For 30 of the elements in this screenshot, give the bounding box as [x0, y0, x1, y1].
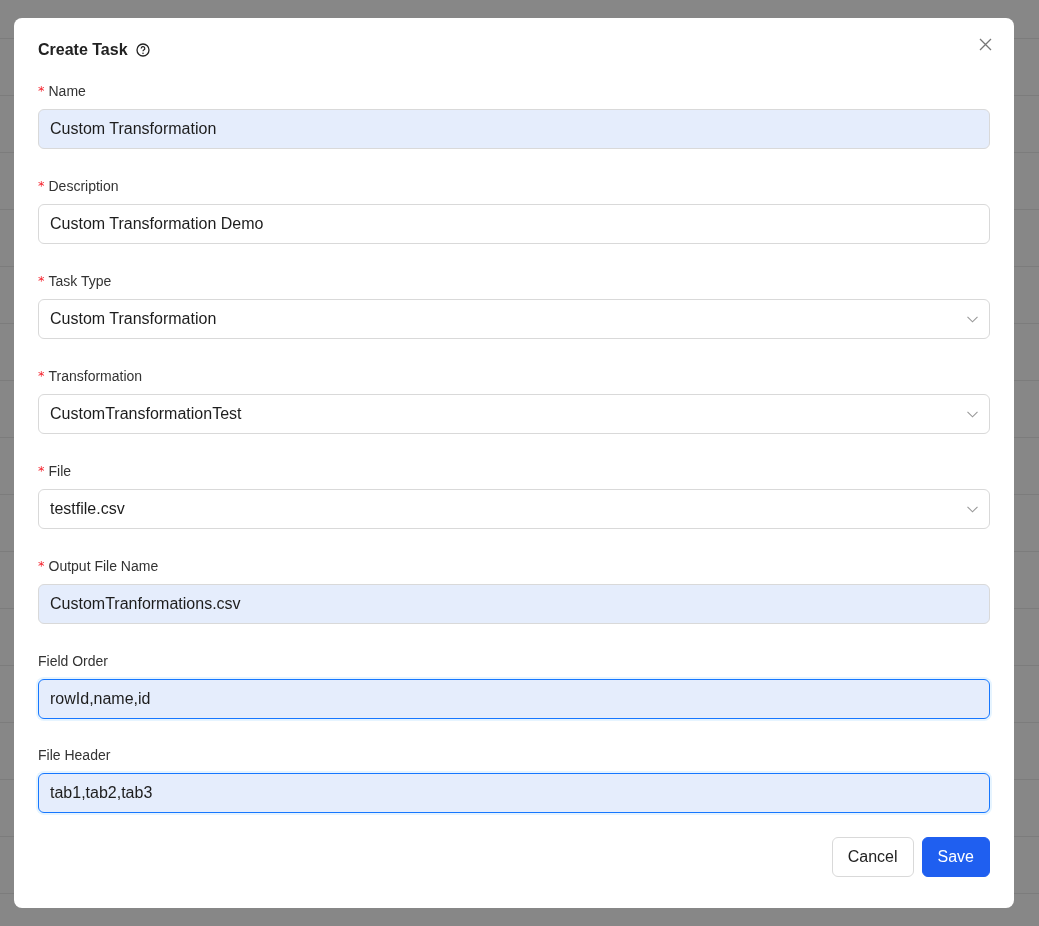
field-label: File — [48, 462, 72, 479]
input-field[interactable]: CustomTranformations.csv — [38, 584, 990, 624]
help-icon[interactable] — [135, 43, 150, 57]
cancel-button[interactable]: Cancel — [831, 837, 914, 877]
field-label: Task Type — [48, 272, 112, 289]
field-label: Transformation — [48, 367, 143, 384]
chevron-down-icon — [967, 410, 978, 418]
input-field[interactable]: tab1,tab2,tab3 — [38, 773, 990, 813]
required-asterisk: * — [38, 463, 45, 478]
dialog-title: Create Task — [38, 41, 128, 59]
field-label: Description — [48, 177, 119, 194]
input-field[interactable]: Custom Transformation Demo — [38, 204, 990, 244]
field-label: Name — [48, 82, 86, 99]
select-field[interactable]: Custom Transformation — [38, 299, 990, 339]
required-asterisk: * — [38, 178, 45, 193]
required-asterisk: * — [38, 558, 45, 573]
input-field[interactable]: Custom Transformation — [38, 109, 990, 149]
chevron-down-icon — [967, 505, 978, 513]
field-label: Output File Name — [48, 557, 159, 574]
field-label: Field Order — [38, 652, 109, 669]
required-asterisk: * — [38, 368, 45, 383]
required-asterisk: * — [38, 83, 45, 98]
select-field[interactable]: CustomTransformationTest — [38, 394, 990, 434]
save-button[interactable]: Save — [921, 837, 990, 877]
required-asterisk: * — [38, 273, 45, 288]
chevron-down-icon — [967, 315, 978, 323]
input-field[interactable]: rowId,name,id — [38, 679, 990, 719]
field-label: File Header — [38, 746, 111, 763]
select-field[interactable]: testfile.csv — [38, 489, 990, 529]
close-icon[interactable] — [979, 38, 992, 51]
